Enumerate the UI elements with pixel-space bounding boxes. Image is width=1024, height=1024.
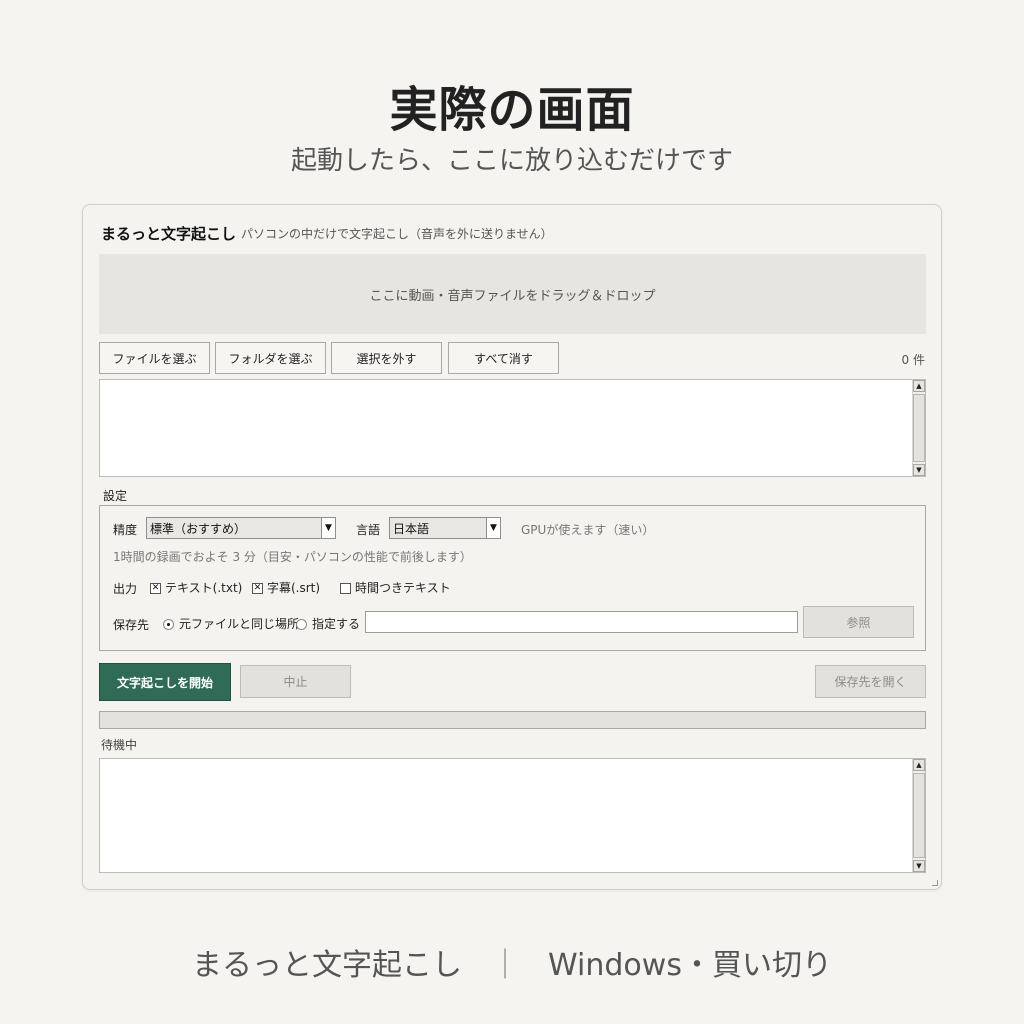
file-list[interactable]: ▲ ▼ — [99, 379, 926, 477]
checkbox-checked-icon[interactable]: ✕ — [150, 583, 161, 594]
footer-caption: まるっと文字起こし ｜ Windows・買い切り — [0, 940, 1024, 984]
choose-files-button[interactable]: ファイルを選ぶ — [99, 342, 210, 374]
log-scrollbar[interactable]: ▲ ▼ — [912, 759, 925, 872]
save-location-label: 保存先 — [113, 618, 150, 632]
accuracy-value: 標準（おすすめ） — [150, 521, 247, 536]
app-description: パソコンの中だけで文字起こし（音声を外に送りません） — [241, 227, 553, 241]
footer-separator: ｜ — [490, 948, 521, 983]
chevron-down-icon[interactable]: ▼ — [321, 518, 335, 538]
footer-product: まるっと文字起こし — [192, 948, 463, 983]
start-transcription-button[interactable]: 文字起こしを開始 — [99, 663, 231, 701]
app-window: まるっと文字起こし パソコンの中だけで文字起こし（音声を外に送りません） ここに… — [82, 204, 942, 890]
clear-all-button[interactable]: すべて消す — [448, 342, 559, 374]
scroll-down-icon[interactable]: ▼ — [913, 860, 925, 872]
output-timed-label: 時間つきテキスト — [355, 581, 451, 595]
scroll-down-icon[interactable]: ▼ — [913, 464, 925, 476]
deselect-button[interactable]: 選択を外す — [331, 342, 442, 374]
stop-button[interactable]: 中止 — [240, 665, 351, 698]
accuracy-label: 精度 — [113, 523, 138, 537]
output-txt-checkbox[interactable]: ✕ テキスト(.txt) — [150, 579, 242, 596]
output-txt-label: テキスト(.txt) — [165, 581, 243, 595]
app-title: まるっと文字起こし — [101, 225, 237, 243]
file-list-scrollbar[interactable]: ▲ ▼ — [912, 380, 925, 476]
footer-platform: Windows・買い切り — [548, 948, 832, 983]
time-estimate: 1時間の録画でおよそ 3 分（目安・パソコンの性能で前後します） — [113, 550, 472, 564]
save-custom-radio[interactable]: 指定する — [296, 615, 360, 632]
output-timed-checkbox[interactable]: 時間つきテキスト — [340, 579, 451, 596]
language-select[interactable]: 日本語 ▼ — [389, 517, 501, 539]
scroll-up-icon[interactable]: ▲ — [913, 759, 925, 771]
checkbox-unchecked-icon[interactable] — [340, 583, 351, 594]
status-text: 待機中 — [101, 738, 138, 752]
language-value: 日本語 — [393, 521, 430, 536]
choose-folder-button[interactable]: フォルダを選ぶ — [215, 342, 326, 374]
scroll-up-icon[interactable]: ▲ — [913, 380, 925, 392]
accuracy-select[interactable]: 標準（おすすめ） ▼ — [146, 517, 336, 539]
drop-zone[interactable]: ここに動画・音声ファイルをドラッグ＆ドロップ — [99, 254, 926, 334]
resize-grip-icon[interactable] — [932, 880, 938, 886]
settings-group: 精度 標準（おすすめ） ▼ 言語 日本語 ▼ GPUが使えます（速い） 1時間の… — [99, 505, 926, 651]
language-label: 言語 — [356, 523, 381, 537]
save-same-label: 元ファイルと同じ場所 — [179, 617, 300, 631]
browse-button[interactable]: 参照 — [803, 606, 914, 638]
output-label: 出力 — [113, 582, 138, 596]
scroll-thumb[interactable] — [913, 394, 925, 462]
file-count: 0 件 — [901, 353, 925, 367]
output-srt-label: 字幕(.srt) — [267, 581, 321, 595]
save-path-input[interactable] — [365, 611, 798, 633]
settings-group-label: 設定 — [103, 489, 128, 503]
save-custom-label: 指定する — [312, 617, 361, 631]
checkbox-checked-icon[interactable]: ✕ — [252, 583, 263, 594]
scroll-thumb[interactable] — [913, 773, 925, 858]
gpu-status: GPUが使えます（速い） — [521, 523, 655, 537]
log-output[interactable]: ▲ ▼ — [99, 758, 926, 873]
open-save-folder-button[interactable]: 保存先を開く — [815, 665, 926, 698]
output-srt-checkbox[interactable]: ✕ 字幕(.srt) — [252, 579, 320, 596]
progress-bar — [99, 711, 926, 729]
page-subheading: 起動したら、ここに放り込むだけです — [290, 146, 733, 176]
drop-zone-label: ここに動画・音声ファイルをドラッグ＆ドロップ — [369, 288, 656, 304]
save-same-radio[interactable]: 元ファイルと同じ場所 — [163, 615, 299, 632]
page-heading: 実際の画面 — [389, 82, 635, 138]
radio-selected-icon[interactable] — [163, 619, 174, 630]
chevron-down-icon[interactable]: ▼ — [486, 518, 500, 538]
radio-unselected-icon[interactable] — [296, 619, 307, 630]
